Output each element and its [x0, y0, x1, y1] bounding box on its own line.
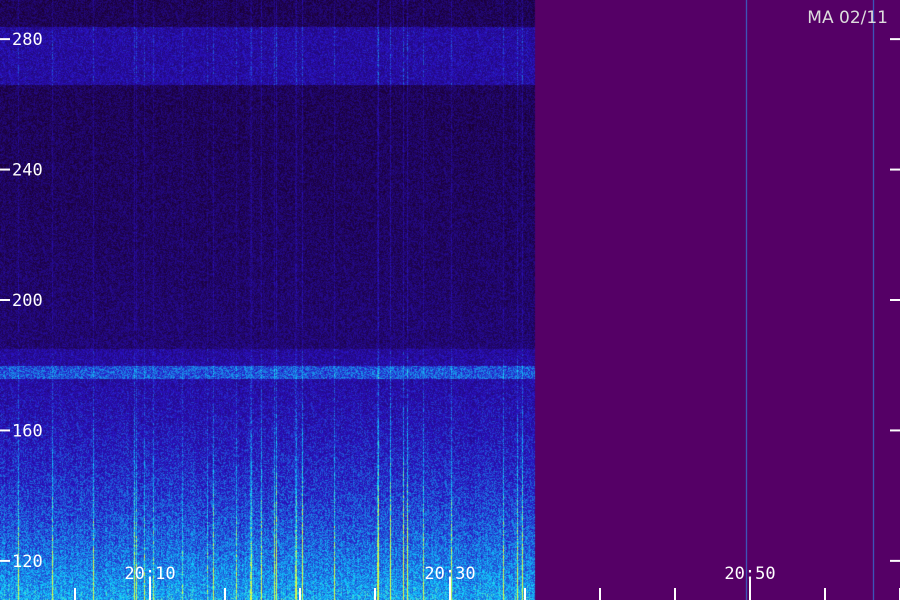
x-tick-label: 20:30 [424, 564, 475, 584]
y-tick-label: 240 [12, 161, 43, 181]
x-axis: 20:10 20:30 20:50 [74, 564, 900, 600]
y-tick-label: 160 [12, 421, 43, 441]
spectrogram-chart: 280 240 200 160 120 20:10 20:30 20:50 MA 02/11 [0, 0, 900, 600]
y-tick-label: 200 [12, 291, 43, 311]
x-tick-label: 20:50 [724, 564, 775, 584]
y-axis: 280 240 200 160 120 [0, 30, 900, 572]
station-date-label: MA 02/11 [807, 8, 888, 28]
x-tick-label: 20:10 [124, 564, 175, 584]
y-tick-label: 120 [12, 552, 43, 572]
y-tick-label: 280 [12, 30, 43, 50]
axes-overlay: 280 240 200 160 120 20:10 20:30 20:50 MA 02/11 [0, 8, 900, 600]
